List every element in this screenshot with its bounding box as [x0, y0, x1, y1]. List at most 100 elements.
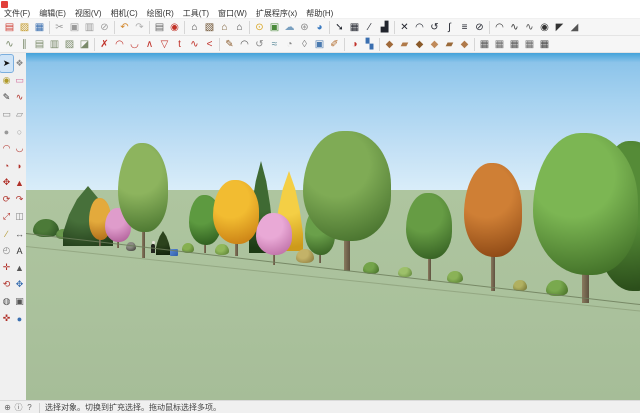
sketch-style-1-icon[interactable]: ∿	[2, 37, 17, 52]
open-file-icon[interactable]: ▨	[17, 20, 32, 35]
plugin-home-2-icon[interactable]: ▧	[202, 20, 217, 35]
protractor-tool[interactable]: ◴	[0, 242, 13, 259]
sketch-style-3-icon[interactable]: ▤	[32, 37, 47, 52]
rectangle-tool[interactable]: ▭	[0, 106, 13, 123]
texture-cube-2-icon[interactable]: ▦	[492, 37, 507, 52]
bezier-tool-8-icon[interactable]: <	[202, 37, 217, 52]
arc-tool[interactable]: ◠	[0, 140, 13, 157]
dimension-tool[interactable]: ↔	[13, 225, 26, 242]
orange-autumn-tree[interactable]	[213, 180, 259, 256]
link-icon[interactable]: ⊛	[297, 20, 312, 35]
component-blue-icon[interactable]: ▚	[362, 37, 377, 52]
zoom-tool[interactable]: ◍	[0, 293, 13, 310]
texture-cube-4-icon[interactable]: ▦	[522, 37, 537, 52]
select-tool[interactable]: ➤	[0, 55, 13, 72]
sandbox-tool-2-icon[interactable]: ▦	[347, 20, 362, 35]
menu-edit[interactable]: 编辑(E)	[39, 8, 66, 19]
image-export-icon[interactable]: ▣	[267, 20, 282, 35]
curve-tool-1-icon[interactable]: ◠	[492, 20, 507, 35]
delete-icon[interactable]: ⊘	[97, 20, 112, 35]
text-tool[interactable]: A	[13, 242, 26, 259]
pan-tool[interactable]: ✥	[13, 276, 26, 293]
follow-me-tool[interactable]: ↷	[13, 191, 26, 208]
texture-cube-3-icon[interactable]: ▦	[507, 37, 522, 52]
print-icon[interactable]: ▤	[152, 20, 167, 35]
sandbox-tool-3-icon[interactable]: ∕	[362, 20, 377, 35]
tape-measure-tool[interactable]: ∕	[0, 225, 13, 242]
line-tool[interactable]: ✎	[0, 89, 13, 106]
eraser-tool[interactable]: ▭	[13, 72, 26, 89]
menu-file[interactable]: 文件(F)	[4, 8, 30, 19]
axes-tool[interactable]: ✛	[0, 259, 13, 276]
material-cube-4-icon[interactable]: ◆	[427, 37, 442, 52]
rotate-tool[interactable]: ⟳	[0, 191, 13, 208]
component-red-icon[interactable]: ◑	[347, 37, 362, 52]
material-cube-2-icon[interactable]: ▰	[397, 37, 412, 52]
geolocation-icon[interactable]: ⊕	[3, 403, 12, 412]
plugin-home-4-icon[interactable]: ⌂	[232, 20, 247, 35]
vertex-tool-5-icon[interactable]: ≡	[457, 20, 472, 35]
material-cube-5-icon[interactable]: ▰	[442, 37, 457, 52]
material-cube-6-icon[interactable]: ◆	[457, 37, 472, 52]
sandbox-tool-4-icon[interactable]: ▟	[377, 20, 392, 35]
edit-tool-4-icon[interactable]: ≈	[267, 37, 282, 52]
menu-view[interactable]: 视图(V)	[75, 8, 102, 19]
edit-tool-2-icon[interactable]: ◠	[237, 37, 252, 52]
zoom-extents-tool[interactable]: ✜	[0, 310, 13, 327]
tall-green-tree[interactable]	[118, 143, 168, 258]
scale-tool[interactable]: ⤢	[0, 208, 13, 225]
bezier-tool-7-icon[interactable]: ∿	[187, 37, 202, 52]
sketch-style-2-icon[interactable]: ∥	[17, 37, 32, 52]
edit-tool-7-icon[interactable]: ▣	[312, 37, 327, 52]
zoom-window-tool[interactable]: ▣	[13, 293, 26, 310]
paste-icon[interactable]: ▥	[82, 20, 97, 35]
move-tool[interactable]: ✥	[0, 174, 13, 191]
pie-tool[interactable]: ◗	[13, 157, 26, 174]
save-icon[interactable]: ▦	[32, 20, 47, 35]
bezier-tool-4-icon[interactable]: ∧	[142, 37, 157, 52]
cloud-upload-icon[interactable]: ☁	[282, 20, 297, 35]
new-file-icon[interactable]: ▤	[2, 20, 17, 35]
curve-tool-5-icon[interactable]: ◤	[552, 20, 567, 35]
push-pull-tool[interactable]: ▲	[13, 174, 26, 191]
freehand-tool[interactable]: ∿	[13, 89, 26, 106]
red-autumn-tree[interactable]	[464, 163, 522, 291]
edit-tool-5-icon[interactable]: ◔	[282, 37, 297, 52]
help-icon[interactable]: ?	[25, 403, 34, 412]
three-point-arc-tool[interactable]: ◔	[0, 157, 13, 174]
edit-tool-3-icon[interactable]: ↺	[252, 37, 267, 52]
previous-view-tool[interactable]: ●	[13, 310, 26, 327]
sandbox-tool-1-icon[interactable]: ➘	[332, 20, 347, 35]
redo-icon[interactable]: ↷	[132, 20, 147, 35]
right-big-green-tree[interactable]	[533, 133, 638, 303]
edit-tool-1-icon[interactable]: ✎	[222, 37, 237, 52]
big-green-tree[interactable]	[303, 131, 391, 271]
vertex-tool-1-icon[interactable]: ✕	[397, 20, 412, 35]
curve-tool-4-icon[interactable]: ◉	[537, 20, 552, 35]
two-point-arc-tool[interactable]: ◡	[13, 140, 26, 157]
plugin-home-3-icon[interactable]: ⌂	[217, 20, 232, 35]
bezier-tool-3-icon[interactable]: ◡	[127, 37, 142, 52]
material-cube-3-icon[interactable]: ◆	[412, 37, 427, 52]
copy-icon[interactable]: ▣	[67, 20, 82, 35]
credits-icon[interactable]: ⓘ	[14, 403, 23, 412]
bezier-tool-6-icon[interactable]: t	[172, 37, 187, 52]
sketch-style-6-icon[interactable]: ◪	[77, 37, 92, 52]
sketch-style-4-icon[interactable]: ▥	[47, 37, 62, 52]
undo-icon[interactable]: ↶	[117, 20, 132, 35]
curve-tool-2-icon[interactable]: ∿	[507, 20, 522, 35]
rotated-rectangle-tool[interactable]: ▱	[13, 106, 26, 123]
edit-tool-6-icon[interactable]: ◊	[297, 37, 312, 52]
paint-bucket-tool[interactable]: ◉	[0, 72, 13, 89]
vertex-tool-4-icon[interactable]: ∫	[442, 20, 457, 35]
texture-cube-5-icon[interactable]: ▦	[537, 37, 552, 52]
bezier-tool-5-icon[interactable]: ▽	[157, 37, 172, 52]
menu-camera[interactable]: 相机(C)	[111, 8, 138, 19]
polygon-tool[interactable]: ○	[13, 123, 26, 140]
curve-tool-3-icon[interactable]: ∿	[522, 20, 537, 35]
material-cube-1-icon[interactable]: ◆	[382, 37, 397, 52]
vertex-tool-6-icon[interactable]: ⊘	[472, 20, 487, 35]
menu-window[interactable]: 窗口(W)	[218, 8, 247, 19]
offset-tool[interactable]: ◫	[13, 208, 26, 225]
edit-tool-8-icon[interactable]: ✐	[327, 37, 342, 52]
